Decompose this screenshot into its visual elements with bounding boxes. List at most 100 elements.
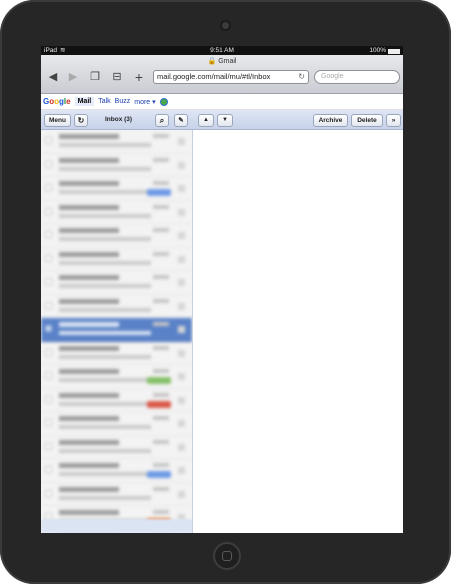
back-button[interactable]: ◀: [45, 69, 61, 85]
message-row[interactable]: [41, 483, 192, 506]
message-row[interactable]: [41, 389, 192, 412]
message-checkbox[interactable]: [45, 207, 52, 215]
forward-button[interactable]: ▶: [65, 69, 81, 85]
message-date: [153, 134, 169, 138]
bookmarks-icon[interactable]: ⊟: [109, 69, 125, 85]
star-icon[interactable]: [178, 138, 185, 145]
message-checkbox[interactable]: [45, 419, 52, 426]
tab-mail[interactable]: Mail: [74, 97, 95, 106]
message-row[interactable]: [41, 318, 192, 342]
star-icon[interactable]: [178, 279, 185, 286]
star-icon[interactable]: [178, 373, 185, 380]
message-checkbox[interactable]: [45, 348, 52, 356]
screen: iPad ≋ 9:51 AM 100% 🔒 Gmail ◀ ▶ ❐ ⊟ + ma…: [41, 46, 403, 533]
message-checkbox[interactable]: [45, 325, 52, 332]
message-sender: [59, 463, 119, 468]
message-label-badge: [147, 471, 171, 478]
message-sender: [59, 228, 119, 233]
home-square-icon: [222, 551, 232, 561]
message-row[interactable]: [41, 342, 192, 365]
message-row[interactable]: [41, 412, 192, 436]
battery-icon: [388, 48, 400, 54]
refresh-icon[interactable]: ↻: [74, 114, 88, 127]
message-checkbox[interactable]: [45, 160, 52, 168]
menu-button[interactable]: Menu: [44, 114, 71, 127]
message-checkbox[interactable]: [45, 278, 52, 285]
message-snippet: [59, 495, 151, 500]
archive-button[interactable]: Archive: [313, 114, 348, 127]
ipad-device: iPad ≋ 9:51 AM 100% 🔒 Gmail ◀ ▶ ❐ ⊟ + ma…: [0, 0, 451, 584]
message-snippet: [59, 425, 151, 429]
message-snippet: [59, 354, 151, 359]
message-row[interactable]: [41, 436, 192, 459]
previous-message-button[interactable]: ▲: [198, 114, 214, 127]
tab-buzz[interactable]: Buzz: [115, 98, 131, 105]
next-message-button[interactable]: ▼: [217, 114, 233, 127]
message-date: [153, 510, 169, 514]
more-actions-button[interactable]: »: [386, 114, 401, 127]
message-checkbox[interactable]: [45, 231, 52, 238]
tab-more[interactable]: more ▾: [134, 98, 155, 106]
home-button[interactable]: [213, 542, 241, 570]
message-checkbox[interactable]: [45, 442, 52, 450]
front-camera: [220, 20, 231, 31]
star-icon[interactable]: [178, 396, 185, 404]
buzz-icon[interactable]: [159, 97, 168, 106]
google-bar: Google Mail Talk Buzz more ▾: [41, 94, 403, 110]
message-sender: [59, 322, 119, 327]
delete-button[interactable]: Delete: [351, 114, 383, 127]
search-field[interactable]: Google: [314, 70, 400, 84]
star-icon[interactable]: [178, 443, 185, 451]
star-icon[interactable]: [178, 208, 185, 216]
message-checkbox[interactable]: [45, 372, 52, 379]
star-icon[interactable]: [178, 302, 185, 310]
google-logo[interactable]: Google: [43, 97, 71, 106]
message-checkbox[interactable]: [45, 466, 52, 473]
star-icon[interactable]: [178, 349, 185, 357]
message-row[interactable]: [41, 295, 192, 318]
message-snippet: [59, 190, 151, 194]
star-icon[interactable]: [178, 232, 185, 239]
reload-icon[interactable]: ↻: [298, 71, 305, 83]
message-row[interactable]: [41, 130, 192, 154]
search-icon[interactable]: ⌕: [155, 114, 169, 127]
page-title: 🔒 Gmail: [207, 58, 237, 65]
star-icon[interactable]: [178, 490, 185, 498]
message-sender: [59, 298, 119, 304]
star-icon[interactable]: [178, 185, 185, 192]
message-row[interactable]: [41, 154, 192, 177]
message-row[interactable]: [41, 365, 192, 389]
message-sender: [59, 157, 119, 163]
star-icon[interactable]: [178, 467, 185, 474]
compose-icon[interactable]: ✎: [174, 114, 188, 127]
message-date: [153, 463, 169, 467]
add-bookmark-button[interactable]: +: [131, 69, 147, 85]
message-row[interactable]: [41, 248, 192, 271]
url-field[interactable]: mail.google.com/mail/mu/#tl/Inbox ↻: [153, 70, 309, 84]
message-row[interactable]: [41, 459, 192, 483]
message-row[interactable]: [41, 177, 192, 201]
message-date: [153, 181, 169, 185]
star-icon[interactable]: [178, 420, 185, 427]
message-checkbox[interactable]: [45, 137, 52, 144]
message-checkbox[interactable]: [45, 301, 52, 309]
message-label-badge: [147, 377, 171, 384]
message-row[interactable]: [41, 224, 192, 248]
star-icon[interactable]: [178, 255, 185, 263]
star-icon[interactable]: [178, 326, 185, 333]
message-checkbox[interactable]: [45, 184, 52, 191]
pages-icon[interactable]: ❐: [87, 69, 103, 85]
message-date: [153, 345, 169, 350]
message-row[interactable]: [41, 201, 192, 224]
message-date: [153, 204, 169, 209]
message-snippet: [59, 166, 151, 171]
star-icon[interactable]: [178, 161, 185, 169]
tab-talk[interactable]: Talk: [98, 98, 110, 105]
message-date: [153, 369, 169, 373]
message-checkbox[interactable]: [45, 395, 52, 403]
message-row[interactable]: [41, 271, 192, 295]
message-checkbox[interactable]: [45, 489, 52, 497]
message-sender: [59, 486, 119, 492]
message-checkbox[interactable]: [45, 254, 52, 262]
lock-icon: 🔒: [207, 58, 217, 65]
